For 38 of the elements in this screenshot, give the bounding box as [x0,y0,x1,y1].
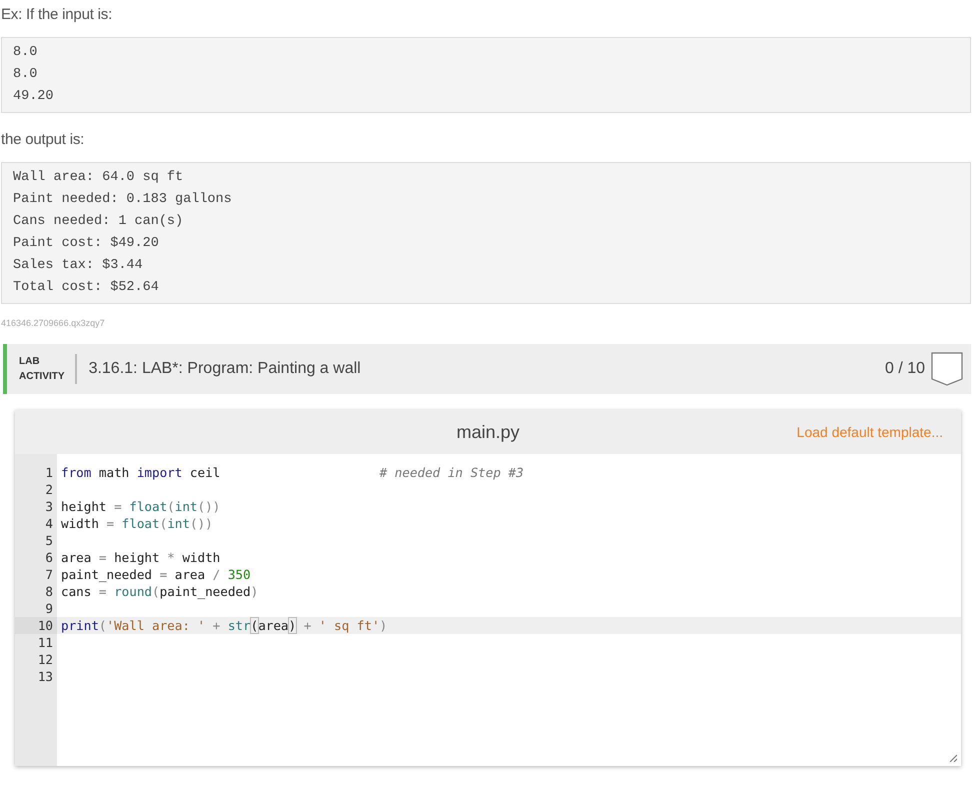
output-line: Paint cost: $49.20 [13,235,160,253]
output-line: Total cost: $52.64 [13,279,160,297]
input-line: 8.0 [13,66,38,84]
line-number: 7 [44,566,54,583]
line-number: 13 [36,668,54,685]
line-number: 9 [44,600,54,617]
lab-activity-label: LAB ACTIVITY [19,354,77,384]
input-line: 8.0 [13,44,38,62]
output-line: Sales tax: $3.44 [13,257,144,275]
lab-title: 3.16.1: LAB*: Program: Painting a wall [88,360,362,378]
file-name: main.py [456,422,520,442]
code-line: area = height * width [60,549,222,566]
line-number: 8 [44,583,54,600]
output-line: Paint needed: 0.183 gallons [13,191,233,209]
line-number: 5 [44,532,54,549]
line-number: 12 [36,651,54,668]
code-line: height = float(int()) [60,498,222,515]
shield-outline-icon [931,352,963,386]
instruction-text: Ex: If the input is: [1,6,114,23]
input-line: 49.20 [13,88,55,106]
line-number: 10 [15,617,57,634]
line-number: 2 [44,481,54,498]
code-line: cans = round(paint_needed) [60,583,260,600]
instruction-text: the output is: [1,131,86,148]
line-number: 4 [44,515,54,532]
line-number: 6 [44,549,54,566]
resize-handle-icon[interactable] [949,754,957,762]
code-line: paint_needed = area / 350 [60,566,252,583]
line-number: 3 [44,498,54,515]
load-template-link[interactable]: Load default template... [796,424,943,440]
code-line: width = float(int()) [60,515,214,532]
score-text: 0 / 10 [884,360,925,378]
line-number: 11 [36,634,54,651]
output-line: Cans needed: 1 can(s) [13,213,184,231]
activity-id: 416346.2709666.qx3zqy7 [1,318,106,328]
output-line: Wall area: 64.0 sq ft [13,169,184,187]
code-line: from math import ceil # needed in Step #3 [60,464,525,481]
line-number: 1 [44,464,54,481]
